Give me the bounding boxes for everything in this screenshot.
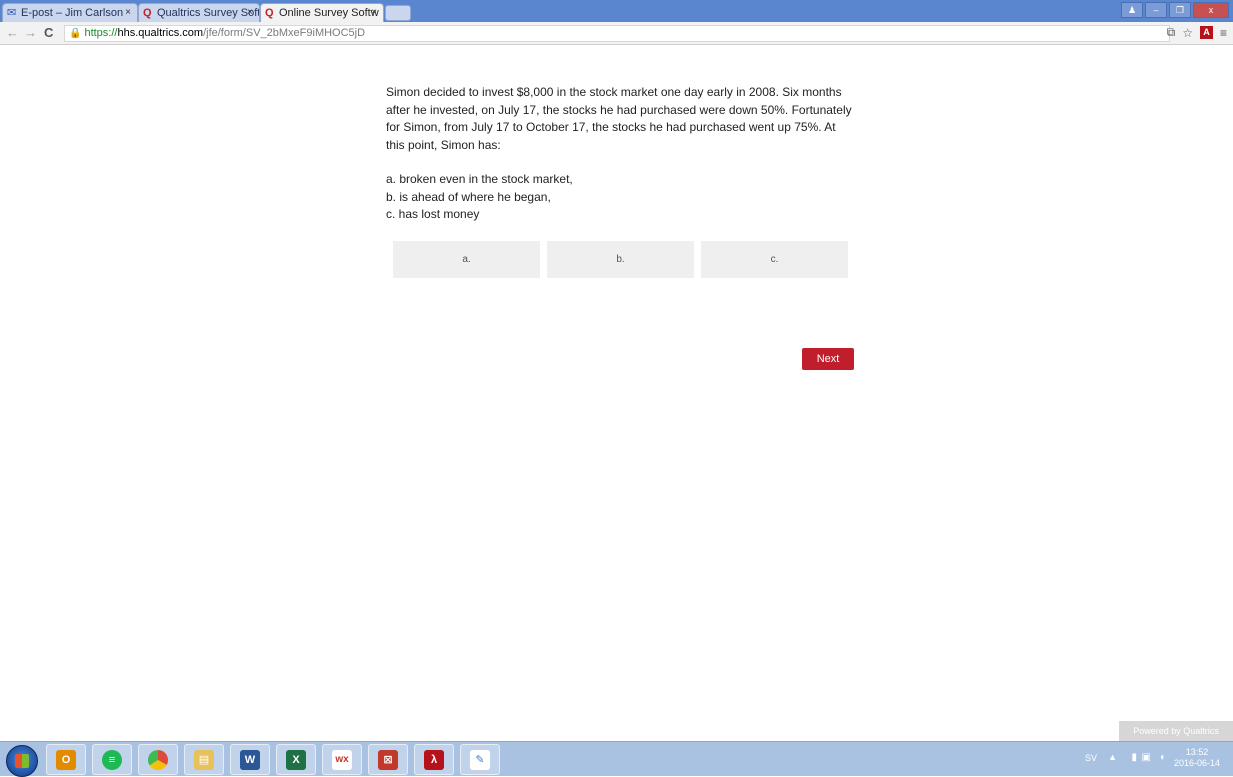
restore-icon[interactable]: ❐ — [1169, 2, 1191, 18]
translate-icon[interactable]: ⧉ — [1167, 25, 1176, 40]
acrobat-reader-icon: λ — [424, 750, 444, 770]
taskbar-excel[interactable]: X — [276, 744, 316, 775]
acrobat-extension-icon[interactable]: A — [1199, 26, 1213, 39]
qualtrics-icon: Q — [265, 7, 274, 19]
tab-qualtrics-survey[interactable]: Q Qualtrics Survey Soft × — [138, 3, 260, 22]
chrome-icon — [148, 750, 168, 770]
taskbar-word[interactable]: W — [230, 744, 270, 775]
tab-close-icon[interactable]: × — [247, 4, 253, 22]
bookmark-star-icon[interactable]: ☆ — [1182, 26, 1193, 40]
choice-buttons: a. b. c. — [393, 241, 849, 279]
minimize-icon[interactable]: – — [1145, 2, 1167, 18]
reload-icon[interactable]: C — [44, 25, 53, 40]
taskbar-acrobat-reader[interactable]: λ — [414, 744, 454, 775]
language-indicator[interactable]: SV — [1085, 753, 1097, 763]
system-tray: SV ▲ ▮ ▣ ◖ 13:52 2016-06-14 — [1045, 742, 1225, 776]
question-text: Simon decided to invest $8,000 in the st… — [386, 85, 852, 152]
powered-by-badge[interactable]: Powered by Qualtrics — [1119, 721, 1233, 741]
taskbar-acrobat-pro[interactable]: ⊠ — [368, 744, 408, 775]
tab-label: Online Survey Softw — [279, 7, 379, 19]
qualtrics-icon: Q — [143, 7, 152, 19]
tab-email[interactable]: ✉ E-post – Jim Carlson × — [2, 3, 138, 22]
answer-option-text: a. broken even in the stock market, — [386, 172, 573, 186]
toolbar-extensions: ⧉ ☆ A ≡ — [1167, 25, 1227, 40]
clock-time: 13:52 — [1185, 747, 1209, 757]
tab-label: Qualtrics Survey Soft — [157, 7, 260, 19]
taskbar-outlook[interactable]: O — [46, 744, 86, 775]
forward-arrow-icon[interactable]: → — [24, 25, 37, 40]
question-block: Simon decided to invest $8,000 in the st… — [386, 84, 856, 224]
tab-online-survey[interactable]: Q Online Survey Softw × — [260, 3, 384, 22]
new-tab-button[interactable] — [385, 5, 411, 21]
taskbar-spotify[interactable]: ≡ — [92, 744, 132, 775]
choice-a-button[interactable]: a. — [393, 241, 540, 278]
acrobat-pro-icon: ⊠ — [378, 750, 398, 770]
outlook-icon: O — [56, 750, 76, 770]
clock-date: 2016-06-14 — [1173, 758, 1221, 768]
excel-icon: X — [286, 750, 306, 770]
window-controls: ♟ – ❐ x — [1121, 2, 1229, 18]
person-icon[interactable]: ♟ — [1121, 2, 1143, 18]
browser-toolbar: ← → C 🔒 https://hhs.qualtrics.com/jfe/for… — [0, 22, 1233, 45]
answer-option-text: c. has lost money — [386, 207, 480, 221]
answer-option-list: a. broken even in the stock market, b. i… — [386, 171, 856, 224]
taskbar-paint[interactable]: ✎ — [460, 744, 500, 775]
network-icon[interactable]: ▣ — [1142, 752, 1151, 763]
choice-c-button[interactable]: c. — [701, 241, 848, 278]
next-button[interactable]: Next — [802, 348, 854, 370]
back-arrow-icon[interactable]: ← — [6, 25, 19, 40]
taskbar-chrome[interactable] — [138, 744, 178, 775]
choice-b-button[interactable]: b. — [547, 241, 694, 278]
mail-icon: ✉ — [7, 7, 17, 19]
close-icon[interactable]: x — [1193, 2, 1229, 18]
lock-icon: 🔒 — [69, 28, 82, 39]
menu-icon[interactable]: ≡ — [1220, 26, 1227, 40]
url-path: /jfe/form/SV_2bMxeF9iMHOC5jD — [203, 27, 366, 39]
wx-icon: wx — [332, 750, 352, 770]
folder-icon: ▤ — [194, 750, 214, 770]
tab-close-icon[interactable]: × — [371, 4, 377, 22]
taskbar-wx[interactable]: wx — [322, 744, 362, 775]
action-center-icon[interactable]: ▮ — [1131, 752, 1137, 763]
clock[interactable]: 13:52 2016-06-14 — [1169, 747, 1225, 769]
volume-icon[interactable]: ◖ — [1159, 752, 1165, 763]
taskbar-explorer[interactable]: ▤ — [184, 744, 224, 775]
url-host: hhs.qualtrics.com — [117, 27, 204, 39]
tray-expand-icon[interactable]: ▲ — [1108, 752, 1117, 762]
tab-close-icon[interactable]: × — [125, 4, 131, 22]
spotify-icon: ≡ — [102, 750, 122, 770]
url-scheme: https:// — [84, 27, 118, 39]
tab-label: E-post – Jim Carlson — [21, 7, 124, 19]
browser-tab-strip: ✉ E-post – Jim Carlson × Q Qualtrics Surve… — [0, 0, 1233, 22]
paint-icon: ✎ — [470, 750, 490, 770]
word-icon: W — [240, 750, 260, 770]
start-button[interactable] — [6, 745, 38, 777]
answer-option-text: b. is ahead of where he began, — [386, 189, 551, 204]
taskbar: O ≡ ▤ W X wx ⊠ λ ✎ SV ▲ ▮ ▣ ◖ 13:52 2016… — [0, 741, 1233, 777]
address-bar[interactable]: 🔒 https://hhs.qualtrics.com/jfe/form/SV_2… — [64, 25, 1170, 42]
